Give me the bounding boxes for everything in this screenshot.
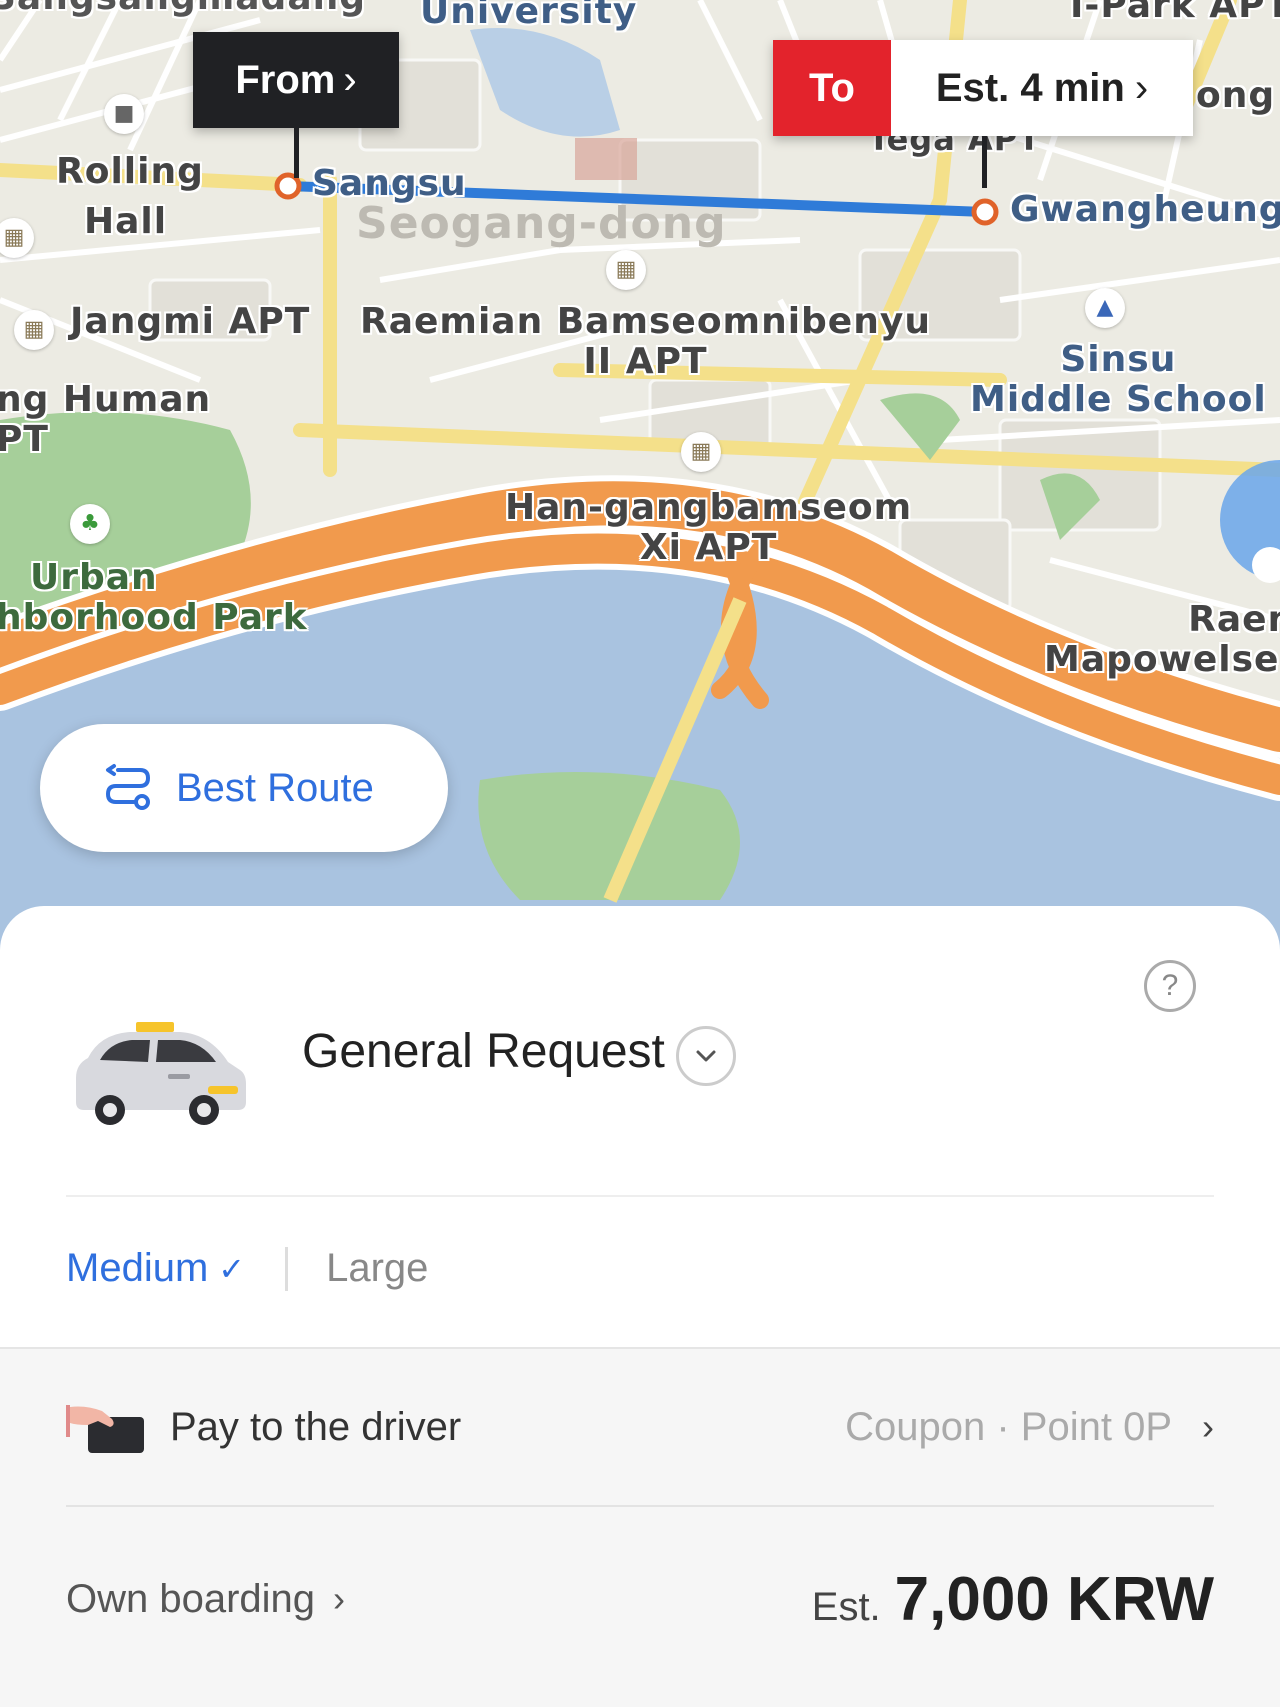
payment-section: Pay to the driver Coupon · Point 0P › Ow… xyxy=(0,1347,1280,1707)
poi-school-icon[interactable]: ▲ xyxy=(1085,288,1125,328)
divider xyxy=(285,1246,289,1291)
own-boarding-button[interactable]: Own boarding › xyxy=(66,1577,345,1622)
payment-method-label: Pay to the driver xyxy=(170,1404,462,1449)
map-label: ong xyxy=(1196,75,1276,116)
fare-value: 7,000 KRW xyxy=(894,1564,1214,1634)
request-type-title[interactable]: General Request xyxy=(302,1024,665,1079)
size-medium-label: Medium xyxy=(66,1246,209,1290)
map-label: I-Park APT xyxy=(1070,0,1280,26)
best-route-label: Best Route xyxy=(176,765,374,810)
from-flag-stem xyxy=(294,128,299,178)
fare-prefix: Est. xyxy=(811,1584,881,1629)
vehicle-size-selector: Medium ✓ Large xyxy=(66,1246,428,1291)
from-label: From xyxy=(235,57,336,102)
eta-text: Est. 4 min xyxy=(935,65,1125,110)
map-label: Sinsu Middle School xyxy=(970,339,1267,420)
map-label-gwangheung: Gwangheungch xyxy=(1010,189,1280,230)
poi-apartment-icon[interactable]: ▦ xyxy=(606,250,646,290)
estimated-fare: Est. 7,000 KRW xyxy=(812,1564,1214,1635)
taxi-icon xyxy=(76,1022,246,1125)
own-boarding-label: Own boarding xyxy=(66,1576,316,1621)
from-flag[interactable]: From › xyxy=(193,32,399,128)
poi-park-icon[interactable]: ♣ xyxy=(70,504,110,544)
size-option-medium[interactable]: Medium ✓ xyxy=(66,1246,245,1291)
poi-apartment-icon[interactable]: ▦ xyxy=(14,310,54,350)
poi-apartment-icon[interactable]: ▦ xyxy=(681,432,721,472)
poi-station-icon[interactable]: ■ xyxy=(104,94,144,134)
map-label: Jangmi APT xyxy=(70,301,311,342)
map-label: Sangsangmadang xyxy=(0,0,366,18)
payment-row[interactable]: Pay to the driver Coupon · Point 0P › xyxy=(66,1349,1214,1505)
divider xyxy=(66,1505,1214,1507)
divider xyxy=(66,1195,1214,1197)
map-label: Han-gangbamseom Xi APT xyxy=(505,487,913,568)
map-label: ng Human PT xyxy=(0,379,212,460)
size-option-large[interactable]: Large xyxy=(326,1246,428,1291)
eta-label: Est. 4 min › xyxy=(891,40,1193,136)
map-label: University xyxy=(420,0,638,32)
chevron-right-icon: › xyxy=(1202,1406,1214,1447)
best-route-button[interactable]: Best Route xyxy=(40,724,448,852)
to-flag[interactable]: To Est. 4 min › xyxy=(773,40,1193,136)
map-view[interactable]: ■ ▦ ▦ ▦ ▦ ▲ ♣ Sangsangmadang University … xyxy=(0,0,1280,960)
boarding-row: Own boarding › Est. 7,000 KRW xyxy=(66,1509,1214,1689)
map-label: Hall xyxy=(84,201,168,242)
ride-request-sheet: ? General Request Medium ✓ Large Pay to … xyxy=(0,906,1280,1707)
map-label: Rolling xyxy=(56,151,204,192)
map-label: RaemMapowelseu xyxy=(1044,599,1280,680)
chevron-right-icon: › xyxy=(1134,65,1149,110)
map-label-district: Seogang-dong xyxy=(356,198,727,249)
chevron-right-icon: › xyxy=(343,57,357,102)
card-payment-icon xyxy=(66,1405,144,1453)
check-icon: ✓ xyxy=(218,1250,246,1287)
to-label: To xyxy=(773,40,891,136)
chevron-right-icon: › xyxy=(333,1578,346,1619)
chevron-down-icon[interactable] xyxy=(676,1026,736,1086)
to-flag-stem xyxy=(982,136,987,188)
coupon-point-text: Coupon · Point 0P xyxy=(845,1404,1172,1449)
map-label: Raemian Bamseomnibenyu II APT xyxy=(360,301,931,382)
coupon-point-link[interactable]: Coupon · Point 0P › xyxy=(845,1405,1214,1450)
help-icon[interactable]: ? xyxy=(1144,960,1196,1012)
map-label-park: Urban hborhood Park xyxy=(0,557,308,638)
route-icon xyxy=(105,764,151,810)
